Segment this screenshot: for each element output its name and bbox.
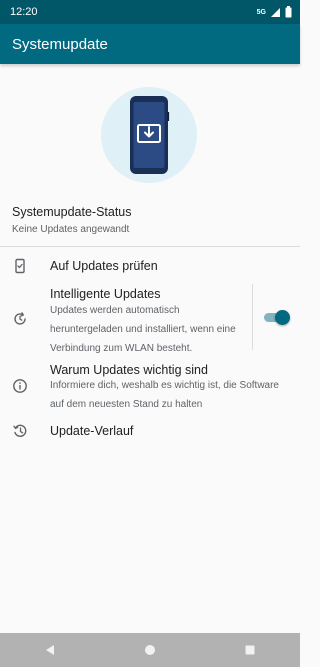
why-updates-title: Warum Updates wichtig sind — [50, 363, 208, 377]
update-history-title: Update-Verlauf — [50, 424, 134, 438]
back-icon — [46, 645, 54, 655]
smart-updates-title: Intelligente Updates — [50, 287, 161, 301]
phone-check-icon — [15, 258, 25, 274]
phone-download-illustration — [101, 87, 197, 183]
update-status-subtitle: Keine Updates angewandt — [12, 224, 130, 235]
why-updates-description: Informiere dich, weshalb es wichtig ist,… — [50, 380, 279, 410]
network-type: 5G — [256, 8, 266, 16]
auto-update-icon — [14, 312, 26, 325]
app-bar: Systemupdate — [0, 24, 300, 64]
toggle-divider — [252, 284, 253, 350]
navigation-bar — [0, 633, 300, 667]
history-icon — [13, 424, 27, 437]
smart-updates-toggle[interactable] — [262, 308, 290, 326]
home-button[interactable] — [130, 633, 170, 667]
status-bar: 12:20 5G — [0, 0, 300, 24]
recents-icon — [245, 645, 255, 655]
back-button[interactable] — [30, 633, 70, 667]
status-time: 12:20 — [10, 6, 38, 18]
signal-icon — [271, 7, 280, 17]
toggle-thumb — [275, 310, 290, 325]
section-divider — [0, 246, 300, 247]
status-icons: 5G — [257, 6, 292, 18]
check-updates-title: Auf Updates prüfen — [50, 259, 158, 273]
update-status-title: Systemupdate-Status — [12, 205, 132, 219]
home-icon — [145, 645, 155, 655]
info-icon — [13, 379, 27, 393]
page-title: Systemupdate — [12, 35, 108, 53]
battery-icon — [285, 6, 292, 18]
recents-button[interactable] — [230, 633, 270, 667]
smart-updates-description: Updates werden automatisch heruntergelad… — [50, 305, 236, 354]
